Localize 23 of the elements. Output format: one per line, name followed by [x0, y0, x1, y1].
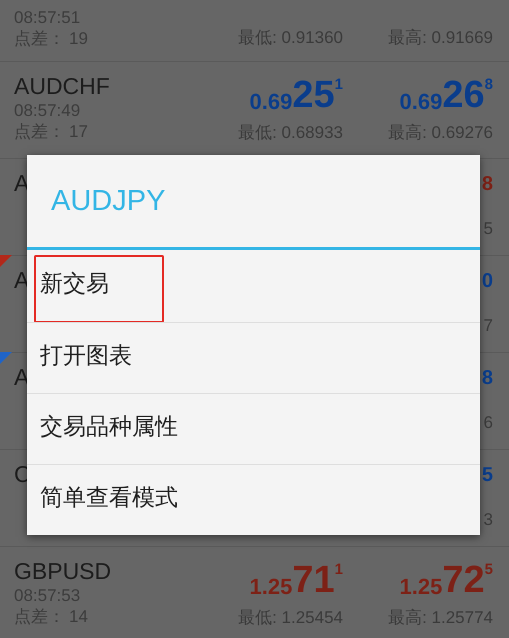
ask-price-fraction: 5 [484, 561, 493, 578]
bid-price-prefix: 1.25 [250, 574, 292, 600]
price-fragment: 5 [482, 464, 493, 487]
price-fragment: 0 [482, 270, 493, 293]
ask-price-prefix: 0.69 [400, 89, 442, 115]
ask-price-fraction: 8 [484, 76, 493, 93]
bid-price-digits: 25 [292, 73, 335, 118]
bid-price-fraction: 1 [334, 76, 343, 93]
price-fragment: 8 [482, 367, 493, 390]
ask-price-digits: 72 [442, 558, 485, 603]
symbol-name: GBPUSD [14, 557, 112, 585]
bid-price-digits: 71 [292, 558, 335, 603]
menu-item[interactable]: 简单查看模式 [27, 464, 480, 535]
menu-item[interactable]: 打开图表 [27, 322, 480, 393]
ask-price-prefix: 1.25 [400, 574, 442, 600]
price-fragment: 8 [482, 173, 493, 196]
menu-item[interactable]: 交易品种属性 [27, 393, 480, 464]
bid-price-fraction: 1 [334, 561, 343, 578]
menu-item[interactable]: 新交易 [27, 250, 480, 322]
dialog-title: AUDJPY [50, 184, 166, 219]
bid-price-prefix: 0.69 [250, 89, 292, 115]
symbol-name: AUDCHF [14, 72, 110, 100]
ask-price-digits: 26 [442, 73, 485, 118]
